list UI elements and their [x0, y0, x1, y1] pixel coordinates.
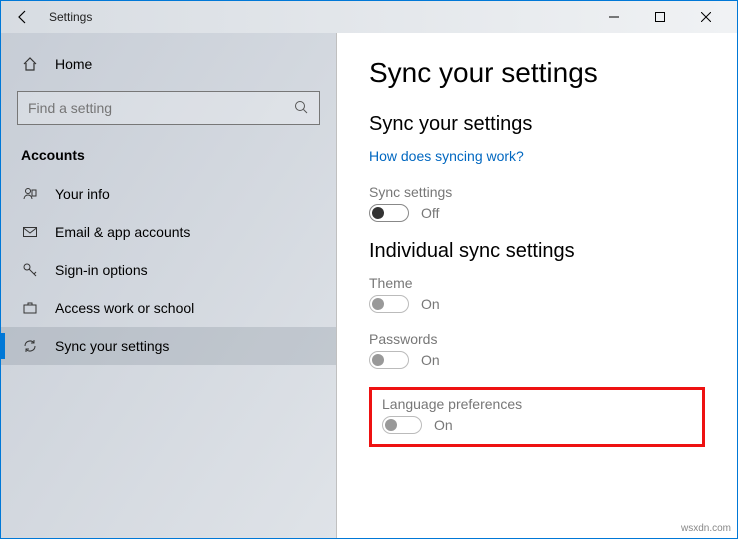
- section-individual-title: Individual sync settings: [369, 240, 705, 263]
- passwords-toggle[interactable]: [369, 351, 409, 369]
- minimize-button[interactable]: [591, 1, 637, 33]
- setting-label: Passwords: [369, 331, 705, 347]
- theme-toggle[interactable]: [369, 295, 409, 313]
- sidebar-item-label: Access work or school: [55, 300, 194, 316]
- title-bar: Settings: [1, 1, 737, 33]
- toggle-state: On: [434, 417, 453, 433]
- home-label: Home: [55, 56, 92, 72]
- sidebar-item-label: Sync your settings: [55, 338, 169, 354]
- search-wrap: [17, 91, 320, 125]
- page-title: Sync your settings: [369, 57, 705, 89]
- setting-label: Theme: [369, 275, 705, 291]
- watermark: wsxdn.com: [681, 523, 731, 534]
- mail-icon: [21, 223, 39, 241]
- setting-passwords: Passwords On: [369, 331, 705, 369]
- sync-icon: [21, 337, 39, 355]
- sidebar-item-signin-options[interactable]: Sign-in options: [1, 251, 336, 289]
- setting-label: Language preferences: [382, 396, 692, 412]
- toggle-state: On: [421, 296, 440, 312]
- home-nav[interactable]: Home: [1, 45, 336, 83]
- search-input[interactable]: [17, 91, 320, 125]
- window-title: Settings: [49, 10, 92, 24]
- toggle-state: On: [421, 352, 440, 368]
- sync-settings-toggle[interactable]: [369, 204, 409, 222]
- sidebar: Home Accounts Your info Email & app acco…: [1, 33, 337, 538]
- how-syncing-works-link[interactable]: How does syncing work?: [369, 148, 524, 164]
- content-pane: Sync your settings Sync your settings Ho…: [337, 33, 737, 538]
- section-sync-title: Sync your settings: [369, 113, 705, 136]
- search-icon: [294, 100, 310, 116]
- key-icon: [21, 261, 39, 279]
- setting-sync: Sync settings Off: [369, 184, 705, 222]
- sidebar-item-your-info[interactable]: Your info: [1, 175, 336, 213]
- language-toggle[interactable]: [382, 416, 422, 434]
- sidebar-item-sync-settings[interactable]: Sync your settings: [1, 327, 336, 365]
- setting-label: Sync settings: [369, 184, 705, 200]
- sidebar-item-access-work-school[interactable]: Access work or school: [1, 289, 336, 327]
- person-icon: [21, 185, 39, 203]
- sidebar-item-email-accounts[interactable]: Email & app accounts: [1, 213, 336, 251]
- close-button[interactable]: [683, 1, 729, 33]
- briefcase-icon: [21, 299, 39, 317]
- maximize-button[interactable]: [637, 1, 683, 33]
- toggle-state: Off: [421, 205, 439, 221]
- setting-language: Language preferences On: [382, 396, 692, 434]
- home-icon: [21, 55, 39, 73]
- sidebar-item-label: Sign-in options: [55, 262, 148, 278]
- highlight-language-preferences: Language preferences On: [369, 387, 705, 447]
- sidebar-item-label: Email & app accounts: [55, 224, 190, 240]
- category-heading: Accounts: [1, 139, 336, 175]
- setting-theme: Theme On: [369, 275, 705, 313]
- back-button[interactable]: [9, 3, 37, 31]
- sidebar-item-label: Your info: [55, 186, 110, 202]
